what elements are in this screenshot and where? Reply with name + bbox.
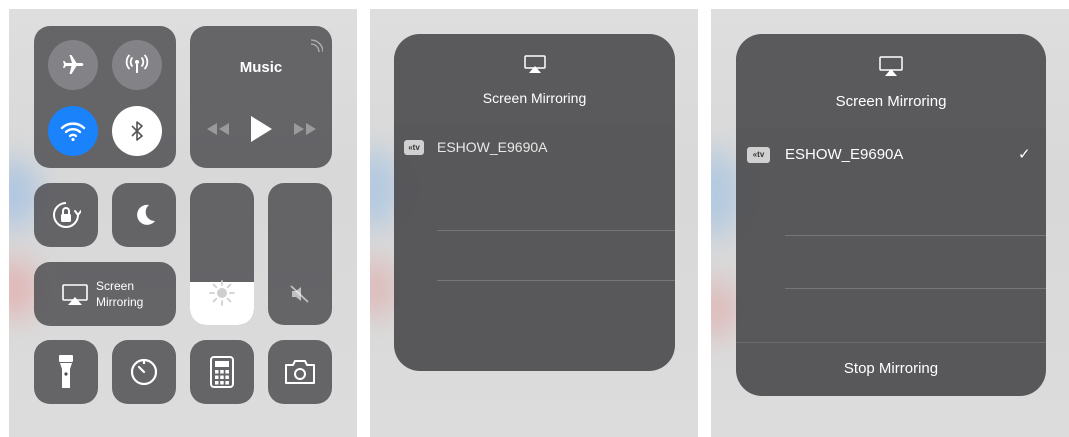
mirroring-connected-panel: Screen Mirroring «tv ESHOW_E9690A ✓ Stop… <box>711 9 1069 437</box>
apple-tv-icon: «tv <box>747 147 770 163</box>
divider <box>785 288 1046 289</box>
music-label: Music <box>239 59 283 76</box>
wifi-toggle[interactable] <box>48 106 98 156</box>
antenna-icon <box>125 54 149 73</box>
apple-tv-icon: «tv <box>404 140 424 155</box>
airplay-icon <box>524 55 546 73</box>
divider <box>785 235 1046 236</box>
airplay-icon <box>62 284 88 305</box>
timer-button[interactable] <box>112 340 176 404</box>
camera-icon <box>285 360 315 384</box>
rewind-icon[interactable] <box>205 122 231 136</box>
screen-mirroring-line1: Screen <box>96 279 135 293</box>
control-center-panel: Music Screen Mirroring <box>9 9 357 437</box>
flashlight-icon <box>59 355 73 388</box>
fast-forward-icon[interactable] <box>292 122 318 136</box>
airplay-icon <box>879 56 903 76</box>
device-name: ESHOW_E9690A <box>785 146 904 163</box>
sun-icon <box>209 280 235 306</box>
device-row[interactable]: «tv ESHOW_E9690A <box>394 123 675 173</box>
stop-mirroring-button[interactable]: Stop Mirroring <box>736 343 1046 396</box>
mirroring-list-panel: Screen Mirroring «tv ESHOW_E9690A <box>370 9 698 437</box>
timer-icon <box>130 358 158 386</box>
camera-button[interactable] <box>268 340 332 404</box>
mirroring-list-card: Screen Mirroring «tv ESHOW_E9690A <box>394 34 675 371</box>
bg-blur-red <box>711 279 739 339</box>
wifi-icon <box>60 122 86 142</box>
device-row-selected[interactable]: «tv ESHOW_E9690A ✓ <box>736 128 1046 183</box>
calculator-icon <box>210 356 234 388</box>
divider <box>437 230 675 231</box>
do-not-disturb-button[interactable] <box>112 183 176 247</box>
brightness-slider[interactable] <box>190 183 254 325</box>
device-name: ESHOW_E9690A <box>437 139 548 155</box>
divider <box>437 280 675 281</box>
screen-mirroring-button[interactable]: Screen Mirroring <box>34 262 176 326</box>
volume-slider[interactable] <box>268 183 332 325</box>
play-icon[interactable] <box>249 115 273 143</box>
rotation-lock-icon <box>53 202 81 228</box>
mirroring-connected-title: Screen Mirroring <box>835 93 947 110</box>
airplane-icon <box>63 55 84 74</box>
bluetooth-toggle[interactable] <box>112 106 162 156</box>
calculator-button[interactable] <box>190 340 254 404</box>
bg-blur-blue <box>711 149 739 239</box>
mirroring-connected-card: Screen Mirroring «tv ESHOW_E9690A ✓ Stop… <box>736 34 1046 396</box>
stop-mirroring-label: Stop Mirroring <box>843 360 939 377</box>
bluetooth-icon <box>131 121 143 141</box>
airplay-audio-icon[interactable] <box>309 38 323 52</box>
moon-icon <box>137 204 155 225</box>
mirroring-list-title: Screen Mirroring <box>482 90 587 106</box>
airplane-mode-toggle[interactable] <box>48 40 98 90</box>
mirroring-connected-header <box>736 34 1046 128</box>
cellular-data-toggle[interactable] <box>112 40 162 90</box>
flashlight-button[interactable] <box>34 340 98 404</box>
checkmark-icon: ✓ <box>1018 146 1031 163</box>
rotation-lock-button[interactable] <box>34 183 98 247</box>
mute-icon <box>290 285 309 303</box>
screen-mirroring-line2: Mirroring <box>96 295 144 309</box>
mirroring-list-header <box>394 34 675 123</box>
